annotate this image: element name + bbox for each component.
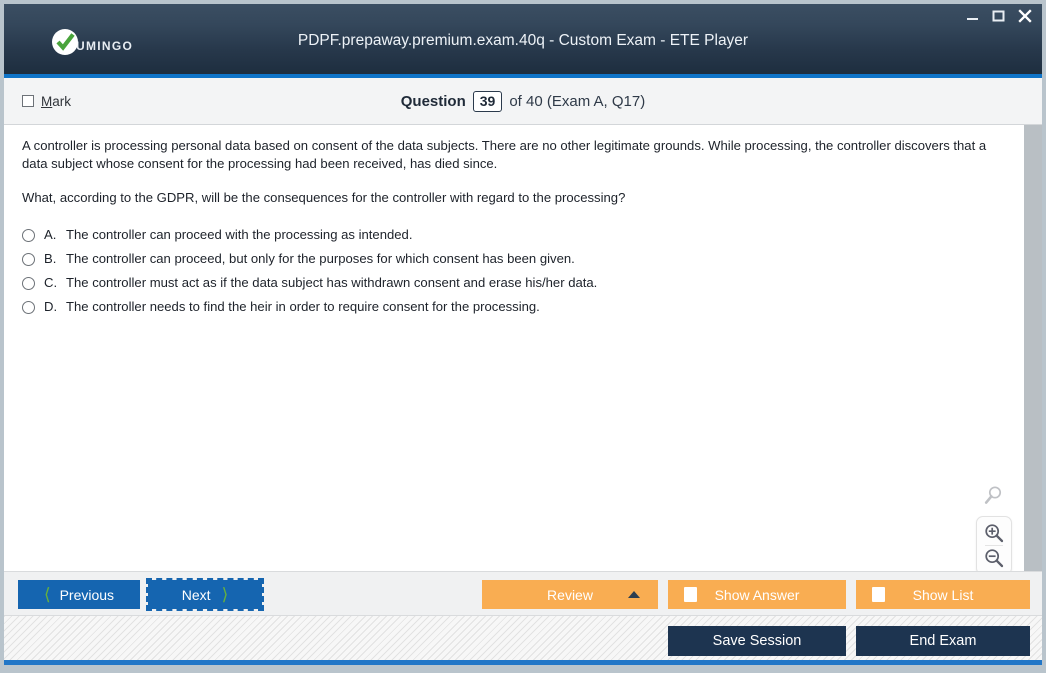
minimize-icon[interactable] <box>965 8 980 23</box>
answer-option[interactable]: C. The controller must act as if the data… <box>22 275 1010 290</box>
save-session-label: Save Session <box>712 633 802 649</box>
show-answer-button-label: Show Answer <box>714 586 800 603</box>
question-header-bar: Mark Question 39 of 40 (Exam A, Q17) <box>4 78 1042 125</box>
chevron-right-icon: ⟩ <box>221 585 229 604</box>
next-button-label: Next <box>181 586 211 603</box>
vumingo-logo: UMINGO <box>52 29 133 55</box>
close-icon[interactable] <box>1017 8 1032 23</box>
zoom-tool-palette <box>976 485 1012 575</box>
footer-bar: Save Session End Exam <box>4 616 1042 665</box>
show-list-button[interactable]: Show List <box>856 580 1030 609</box>
answer-option[interactable]: D. The controller needs to find the heir … <box>22 299 1010 314</box>
question-number-field[interactable]: 39 <box>472 90 503 112</box>
save-session-button[interactable]: Save Session <box>668 626 846 656</box>
list-document-icon <box>872 587 885 602</box>
window-title: PDPF.prepaway.premium.exam.40q - Custom … <box>297 32 749 49</box>
answer-option-letter: A. <box>44 227 57 242</box>
answer-option-letter: D. <box>44 299 58 314</box>
question-counter: Question 39 of 40 (Exam A, Q17) <box>4 90 1042 112</box>
chevron-left-icon: ⟨ <box>43 585 51 604</box>
show-list-button-label: Show List <box>912 586 974 603</box>
show-answer-button[interactable]: Show Answer <box>668 580 846 609</box>
previous-button-label: Previous <box>59 586 115 603</box>
review-dropdown-button[interactable]: Review <box>482 580 658 609</box>
answer-option-letter: B. <box>44 251 57 266</box>
answer-option-radio[interactable] <box>22 301 35 314</box>
document-icon <box>684 587 697 602</box>
question-stem-paragraph-1: A controller is processing personal data… <box>22 138 987 171</box>
navigation-toolbar: ⟨ Previous Next ⟩ Review Show Answer Sho… <box>4 571 1042 616</box>
title-bar: PDPF.prepaway.premium.exam.40q - Custom … <box>4 4 1042 78</box>
zoom-out-icon[interactable] <box>981 546 1007 570</box>
check-circle-icon <box>52 29 78 55</box>
logo-wordmark: UMINGO <box>76 38 134 53</box>
magnifier-icon[interactable] <box>983 485 1005 512</box>
answer-option-letter: C. <box>44 275 58 290</box>
next-button[interactable]: Next ⟩ <box>146 578 264 611</box>
content-scrollbar[interactable] <box>1024 125 1042 571</box>
answer-option-radio[interactable] <box>22 229 35 242</box>
chevron-up-icon <box>628 591 640 598</box>
previous-button[interactable]: ⟨ Previous <box>18 580 140 609</box>
question-word: Question <box>400 92 466 110</box>
answer-options-list: A. The controller can proceed with the pr… <box>22 227 1010 314</box>
question-stem-paragraph-2: What, according to the GDPR, will be the… <box>22 190 626 205</box>
answer-option[interactable]: A. The controller can proceed with the pr… <box>22 227 1010 242</box>
answer-option-radio[interactable] <box>22 253 35 266</box>
question-content-pane: A controller is processing personal data… <box>4 125 1024 571</box>
review-button-label: Review <box>547 586 593 603</box>
end-exam-label: End Exam <box>909 633 977 649</box>
ete-player-window: PDPF.prepaway.premium.exam.40q - Custom … <box>0 0 1046 673</box>
answer-option-text: The controller can proceed, but only for… <box>66 251 575 266</box>
end-exam-button[interactable]: End Exam <box>856 626 1030 656</box>
question-total-label: of 40 (Exam A, Q17) <box>509 92 646 110</box>
answer-option-text: The controller must act as if the data s… <box>66 275 598 290</box>
zoom-buttons-box <box>976 516 1012 575</box>
maximize-icon[interactable] <box>991 8 1006 23</box>
zoom-in-icon[interactable] <box>981 521 1007 545</box>
answer-option-radio[interactable] <box>22 277 35 290</box>
window-controls <box>965 8 1032 23</box>
footer-accent-line <box>4 660 1042 665</box>
answer-option-text: The controller can proceed with the proc… <box>66 227 413 242</box>
answer-option-text: The controller needs to find the heir in… <box>66 299 540 314</box>
answer-option[interactable]: B. The controller can proceed, but only f… <box>22 251 1010 266</box>
